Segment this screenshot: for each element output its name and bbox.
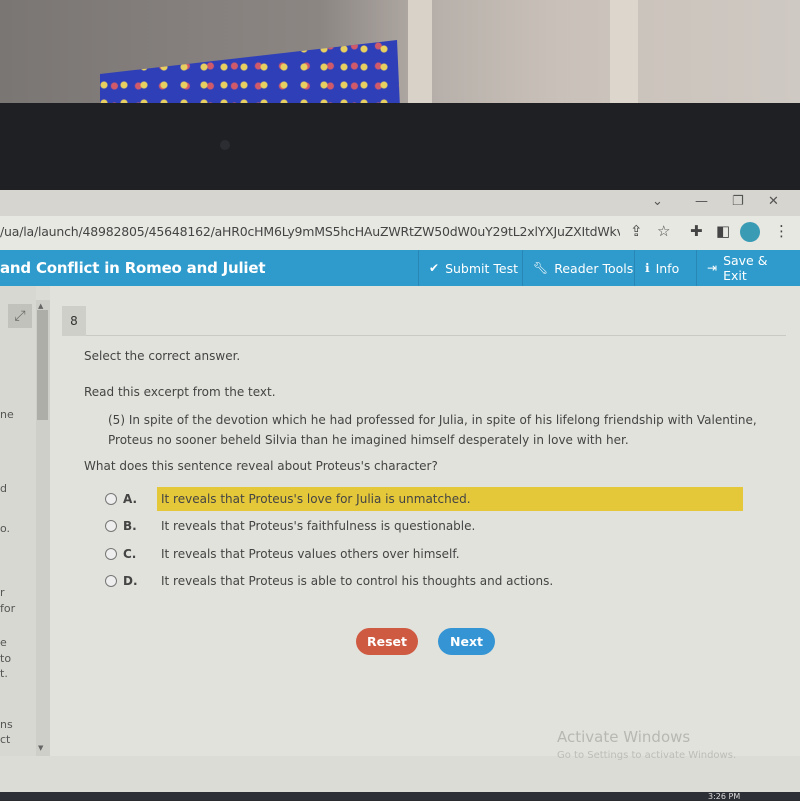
instruction: Select the correct answer. <box>84 349 241 363</box>
radio-button[interactable] <box>105 548 117 560</box>
divider <box>86 335 786 336</box>
question-area: 8 Select the correct answer. Read this e… <box>50 286 800 756</box>
option-a[interactable]: A. It reveals that Proteus's love for Ju… <box>105 486 743 512</box>
passage-fragment: for <box>0 602 16 615</box>
submit-test-label: Submit Test <box>445 260 518 276</box>
check-circle-icon: ✔ <box>429 261 440 275</box>
restore-icon[interactable]: ❐ <box>732 194 744 209</box>
wall-poster <box>100 40 400 108</box>
activate-windows-subtitle: Go to Settings to activate Windows. <box>557 750 737 761</box>
reader-tools-label: Reader Tools <box>554 260 634 276</box>
activate-windows-title: Activate Windows <box>557 728 691 746</box>
screen: ⌄ — ❐ ✕ /ua/la/launch/48982805/45648162/… <box>0 190 800 801</box>
door-frame <box>408 0 432 108</box>
lesson-title: and Conflict in Romeo and Juliet <box>0 259 266 277</box>
page-bottom <box>0 756 800 792</box>
sidebar-icon[interactable]: ◧ <box>716 222 730 240</box>
excerpt: (5) In spite of the devotion which he ha… <box>108 413 757 447</box>
wrench-icon: 🔧︎ <box>533 261 549 275</box>
app-header: and Conflict in Romeo and Juliet ✔ Submi… <box>0 250 800 286</box>
background-room <box>0 0 800 108</box>
reader-tools-button[interactable]: 🔧︎ Reader Tools <box>522 250 643 286</box>
question-number: 8 <box>62 306 86 336</box>
option-c[interactable]: C. It reveals that Proteus values others… <box>105 541 464 567</box>
info-button[interactable]: ℹ Info <box>634 250 689 286</box>
submit-test-button[interactable]: ✔ Submit Test <box>418 250 528 286</box>
passage-panel: ⤢ ne d o. r for e to t. ns ct <box>0 286 36 756</box>
question-stem: What does this sentence reveal about Pro… <box>84 459 438 473</box>
door-frame <box>610 0 638 108</box>
reset-button[interactable]: Reset <box>356 628 418 655</box>
tab-search-icon[interactable]: ⌄ <box>652 194 663 209</box>
passage-fragment: d <box>0 482 7 495</box>
option-text[interactable]: It reveals that Proteus values others ov… <box>157 542 464 566</box>
passage-fragment: t. <box>0 667 8 680</box>
passage-fragment: ns <box>0 718 13 731</box>
option-letter: D. <box>123 574 138 588</box>
address-bar: /ua/la/launch/48982805/45648162/aHR0cHM6… <box>0 216 800 250</box>
option-text[interactable]: It reveals that Proteus is able to contr… <box>157 569 557 593</box>
passage-fragment: to <box>0 652 12 665</box>
url-field[interactable]: /ua/la/launch/48982805/45648162/aHR0cHM6… <box>0 224 620 239</box>
radio-button[interactable] <box>105 575 117 587</box>
monitor-bezel <box>0 103 800 193</box>
scrollbar-thumb[interactable] <box>37 310 48 420</box>
minimize-icon[interactable]: — <box>695 194 708 209</box>
info-label: Info <box>655 260 680 276</box>
passage-fragment: r <box>0 586 5 599</box>
exit-icon: ⇥ <box>707 261 718 275</box>
option-b[interactable]: B. It reveals that Proteus's faithfulnes… <box>105 513 479 539</box>
close-icon[interactable]: ✕ <box>768 194 779 209</box>
passage-fragment: ct <box>0 733 11 746</box>
option-d[interactable]: D. It reveals that Proteus is able to co… <box>105 568 557 594</box>
taskbar <box>0 792 800 800</box>
expand-icon[interactable]: ⤢ <box>8 304 32 328</box>
next-button[interactable]: Next <box>438 628 495 655</box>
passage-fragment: e <box>0 636 7 649</box>
scroll-up-icon[interactable]: ▲ <box>38 302 43 310</box>
webcam <box>220 140 230 150</box>
profile-avatar[interactable] <box>740 222 760 242</box>
prompt: Read this excerpt from the text. <box>84 385 276 399</box>
option-letter: C. <box>123 547 137 561</box>
option-letter: B. <box>123 519 137 533</box>
browser-titlebar: ⌄ — ❐ ✕ <box>0 190 800 216</box>
save-exit-label: Save & Exit <box>723 253 768 283</box>
save-exit-button[interactable]: ⇥ Save & Exit <box>696 250 800 286</box>
extensions-icon[interactable]: ✚ <box>690 222 703 240</box>
option-text[interactable]: It reveals that Proteus's faithfulness i… <box>157 514 479 538</box>
radio-button[interactable] <box>105 520 117 532</box>
radio-button[interactable] <box>105 493 117 505</box>
scroll-down-icon[interactable]: ▼ <box>38 744 43 752</box>
share-icon[interactable]: ⇪ <box>630 222 643 240</box>
menu-icon[interactable]: ⋮ <box>774 222 789 240</box>
passage-fragment: ne <box>0 408 14 421</box>
option-letter: A. <box>123 492 138 506</box>
option-text[interactable]: It reveals that Proteus's love for Julia… <box>157 487 743 511</box>
passage-fragment: o. <box>0 522 11 535</box>
bookmark-star-icon[interactable]: ☆ <box>657 222 670 240</box>
info-icon: ℹ <box>645 261 650 275</box>
